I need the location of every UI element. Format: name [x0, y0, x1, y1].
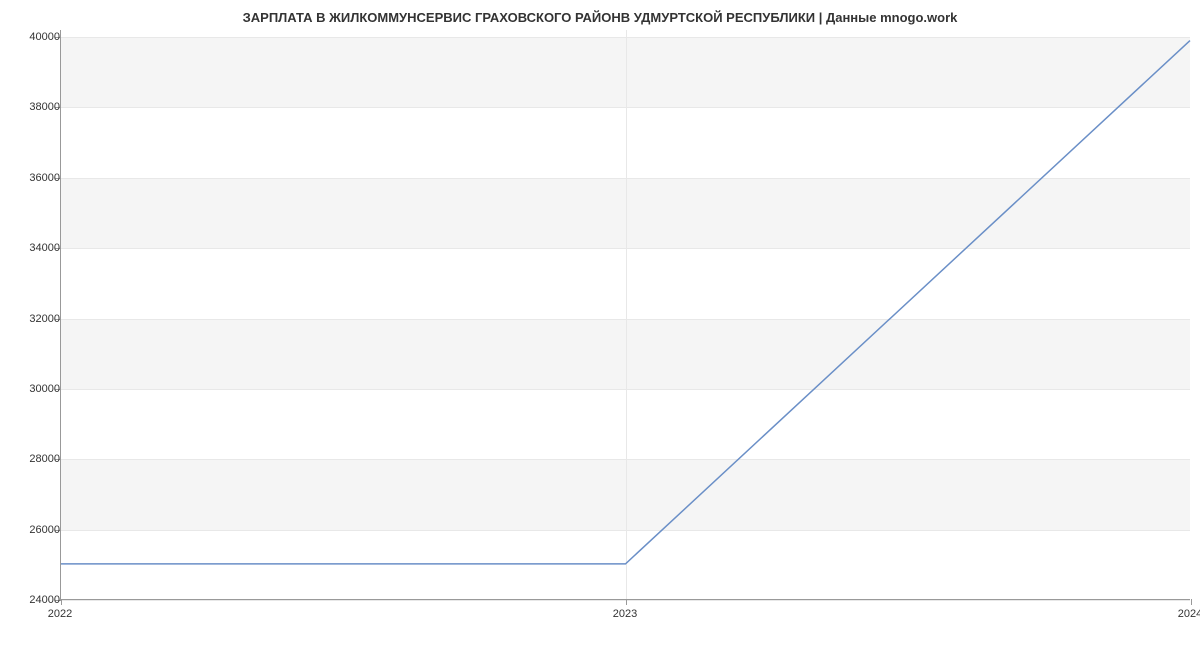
chart-container: 202220232024: [60, 30, 1190, 620]
plot-area: [60, 30, 1190, 600]
x-axis-label: 2023: [613, 608, 637, 620]
y-axis-label: 24000: [10, 594, 60, 606]
y-axis-label: 30000: [10, 383, 60, 395]
y-axis-label: 32000: [10, 313, 60, 325]
chart-title: ЗАРПЛАТА В ЖИЛКОММУНСЕРВИС ГРАХОВСКОГО Р…: [0, 0, 1200, 30]
x-axis-label: 2022: [48, 608, 72, 620]
y-axis-label: 38000: [10, 101, 60, 113]
y-axis-label: 28000: [10, 453, 60, 465]
x-axis-tick: [1191, 599, 1192, 605]
x-axis-tick: [626, 599, 627, 605]
x-axis-label: 2024: [1178, 608, 1200, 620]
x-axis-tick: [61, 599, 62, 605]
y-axis-label: 36000: [10, 172, 60, 184]
line-chart-svg: [61, 30, 1190, 599]
y-axis-label: 34000: [10, 242, 60, 254]
y-axis-label: 40000: [10, 31, 60, 43]
y-axis-label: 26000: [10, 524, 60, 536]
